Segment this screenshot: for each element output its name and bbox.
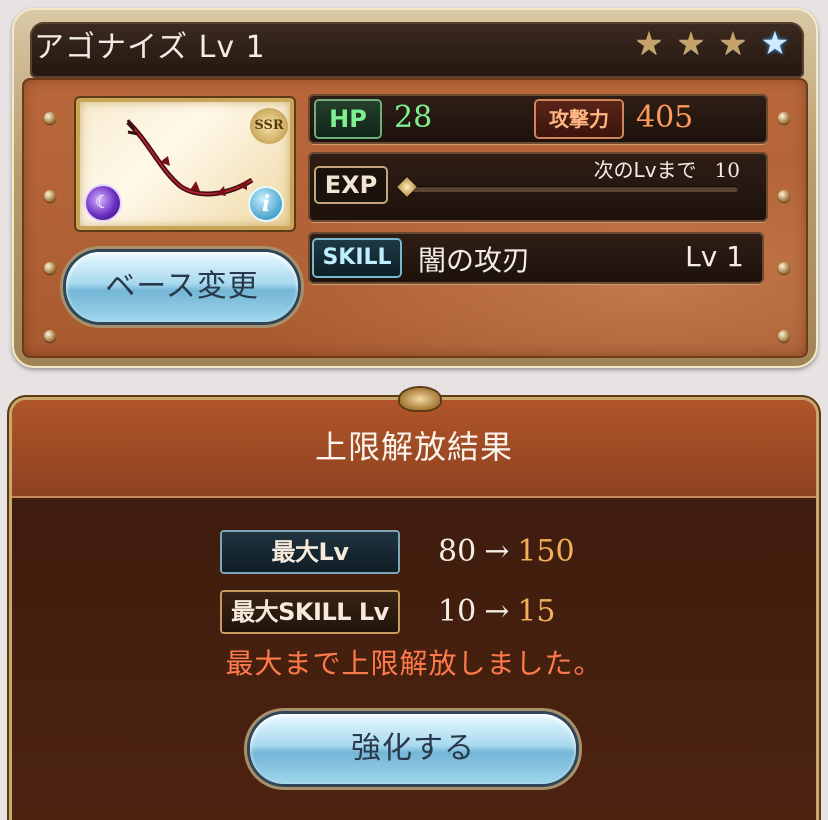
max-lv-new: 150 <box>517 534 575 569</box>
blue-star-icon: ★ <box>760 24 790 62</box>
crest-ornament <box>400 388 440 410</box>
hp-atk-panel: HP 28 攻撃力 405 <box>308 94 768 144</box>
star-icon: ★ <box>634 24 664 62</box>
ssr-badge: SSR <box>250 108 288 144</box>
arrow-icon: → <box>484 534 510 569</box>
rivet <box>778 190 790 202</box>
max-skill-lv-label: 最大SKILL Lv <box>222 592 398 632</box>
skill-level: Lv 1 <box>685 240 744 273</box>
exp-tag: EXP <box>316 168 386 202</box>
star-icon: ★ <box>676 24 706 62</box>
skill-tag: SKILL <box>314 240 400 276</box>
base-change-button[interactable]: ベース変更 <box>66 252 298 322</box>
arrow-icon: → <box>484 594 510 629</box>
result-title: 上限解放結果 <box>314 428 513 466</box>
skill-name: 闇の攻刃 <box>418 244 531 277</box>
exp-bar <box>397 177 738 197</box>
enhance-button[interactable]: 強化する <box>250 714 576 784</box>
exp-next-text: 次のLvまで 10 <box>594 154 740 183</box>
atk-tag: 攻撃力 <box>536 101 622 137</box>
weapon-title: アゴナイズ Lv 1 <box>34 30 266 65</box>
max-skill-values: 10 → 15 <box>438 594 556 629</box>
rivet <box>778 330 790 342</box>
rivet <box>44 262 56 274</box>
rivet <box>44 112 56 124</box>
star-icon: ★ <box>718 24 748 62</box>
weapon-thumbnail[interactable]: SSR ☾ i <box>76 98 294 230</box>
atk-value: 405 <box>636 100 694 135</box>
result-header: 上限解放結果 <box>12 388 816 498</box>
hp-value: 28 <box>394 100 433 135</box>
weapon-image <box>126 119 254 197</box>
rivet <box>44 190 56 202</box>
skill-panel[interactable]: SKILL 闇の攻刃 Lv 1 <box>308 232 764 284</box>
max-lv-label: 最大Lv <box>222 532 398 572</box>
max-lv-values: 80 → 150 <box>438 534 575 569</box>
rarity-stars: ★ ★ ★ ★ <box>632 26 792 60</box>
exp-next-label: 次のLvまで <box>593 158 697 182</box>
enhance-button-label: 強化する <box>351 731 475 766</box>
dark-element-icon: ☾ <box>86 186 120 220</box>
max-skill-new: 15 <box>517 594 556 629</box>
rivet <box>778 262 790 274</box>
exp-next-value: 10 <box>714 158 740 182</box>
info-icon[interactable]: i <box>250 188 282 220</box>
exp-panel: 次のLvまで 10 EXP <box>308 152 768 222</box>
rivet <box>778 112 790 124</box>
exp-bar-knob <box>397 177 417 197</box>
max-lv-old: 80 <box>438 534 477 569</box>
max-limit-notice: 最大まで上限解放しました。 <box>225 647 603 680</box>
rivet <box>44 330 56 342</box>
hp-tag: HP <box>316 101 380 137</box>
max-skill-old: 10 <box>438 594 477 629</box>
